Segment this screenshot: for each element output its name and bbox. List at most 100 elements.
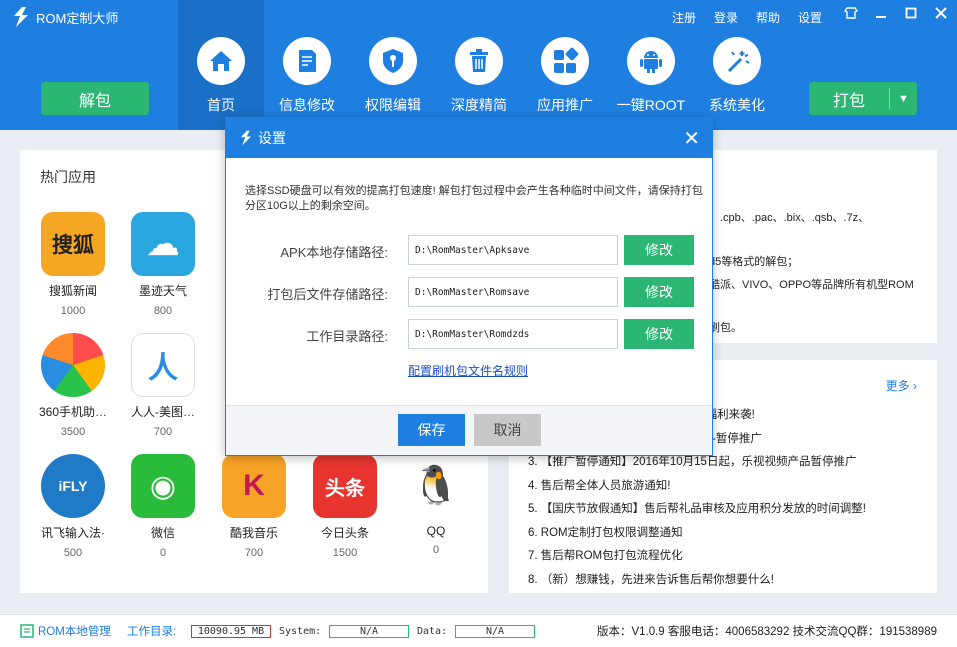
dialog-close-icon[interactable]: ✕ <box>683 126 700 151</box>
main-nav: 首页 信息修改 权限编辑 深度精简 应用推广 一键ROOT 系统美化 <box>178 0 780 130</box>
home-icon <box>197 37 245 85</box>
workdir-path-input[interactable] <box>408 319 618 349</box>
app-count: 700 <box>153 426 173 438</box>
app-count: 0 <box>432 544 440 556</box>
window-controls <box>843 5 949 21</box>
workdir-path-row: 工作目录路径: 修改 <box>226 319 714 349</box>
kuwo-music-icon: K <box>222 454 286 518</box>
pack-path-input[interactable] <box>408 277 618 307</box>
apk-path-row: APK本地存储路径: 修改 <box>226 235 714 265</box>
key-shield-icon <box>369 37 417 85</box>
app-name: 微信 <box>150 526 175 540</box>
app-title: ROM定制大师 <box>36 10 119 26</box>
maximize-icon[interactable] <box>903 5 919 21</box>
save-button[interactable]: 保存 <box>398 414 465 446</box>
list-item[interactable]: 6. ROM定制打包权限调整通知 <box>528 524 928 548</box>
nav-home-label: 首页 <box>207 97 235 113</box>
magic-wand-icon <box>713 37 761 85</box>
news-more-link[interactable]: 更多 › <box>886 377 917 394</box>
app-tile[interactable]: 360手机助… 3500 <box>28 333 118 438</box>
toutiao-icon: 头条 <box>313 454 377 518</box>
list-item[interactable]: 4. 售后帮全体人员旅游通知! <box>528 477 928 501</box>
nav-deep-clean[interactable]: 深度精简 <box>436 0 522 130</box>
nav-app-promo[interactable]: 应用推广 <box>522 0 608 130</box>
list-item[interactable]: 8. （新）想赚钱，先进来告诉售后帮你想要什么! <box>528 571 928 595</box>
apk-path-label: APK本地存储路径: <box>280 245 388 260</box>
nav-info-edit[interactable]: 信息修改 <box>264 0 350 130</box>
minimize-icon[interactable] <box>873 5 889 21</box>
logo-icon <box>240 130 252 146</box>
nav-root[interactable]: 一键ROOT <box>608 0 694 130</box>
app-count: 700 <box>244 547 264 559</box>
app-tile[interactable]: 🐧 QQ 0 <box>391 454 481 556</box>
filename-rules-link[interactable]: 配置刷机包文件名规则 <box>408 362 528 379</box>
settings-dialog: 设置 ✕ 选择SSD硬盘可以有效的提高打包速度! 解包打包过程中会产生各种临时中… <box>225 117 713 456</box>
support-line: 酷派、VIVO、OPPO等品牌所有机型ROM <box>709 279 914 291</box>
360-assistant-icon <box>41 333 105 397</box>
app-count: 1500 <box>332 547 358 559</box>
rom-manager-icon <box>20 624 34 638</box>
app-count: 500 <box>63 547 83 559</box>
unpack-button[interactable]: 解包 <box>41 82 149 115</box>
app-tile[interactable]: ◉ 微信 0 <box>118 454 208 559</box>
iflytek-input-icon: iFLY <box>41 454 105 518</box>
app-name: 墨迹天气 <box>138 284 187 298</box>
nav-beautify-label: 系统美化 <box>709 97 765 113</box>
workdir-path-label: 工作目录路径: <box>306 329 388 344</box>
skin-icon[interactable] <box>843 5 859 21</box>
system-value: N/A <box>329 624 409 638</box>
workdir-value: 10090.95 MB <box>191 624 271 638</box>
nav-home[interactable]: 首页 <box>178 0 264 130</box>
wechat-icon: ◉ <box>131 454 195 518</box>
app-tile[interactable]: K 酷我音乐 700 <box>209 454 299 559</box>
rom-manager-link[interactable]: ROM本地管理 <box>20 623 111 639</box>
app-count: 1000 <box>60 305 86 317</box>
workdir-label: 工作目录: <box>127 626 177 638</box>
app-tile[interactable]: ☁ 墨迹天气 800 <box>118 212 208 317</box>
list-item[interactable]: 3. 【推广暂停通知】2016年10月15日起，乐视视频产品暂停推广 <box>528 453 928 477</box>
app-name: 酷我音乐 <box>229 526 278 540</box>
app-tile[interactable]: iFLY 讯飞输入法· 500 <box>28 454 118 559</box>
pack-dropdown-icon[interactable]: ▼ <box>890 93 917 105</box>
apk-path-input[interactable] <box>408 235 618 265</box>
version-info: 版本：V1.0.9 客服电话：4006583292 技术交流QQ群：191538… <box>596 626 937 638</box>
cancel-button[interactable]: 取消 <box>474 414 541 446</box>
settings-link[interactable]: 设置 <box>798 9 822 26</box>
trash-icon <box>455 37 503 85</box>
app-header: ROM定制大师 注册 登录 帮助 设置 解包 打包 ▼ 首页 信息修改 权限编辑… <box>0 0 957 130</box>
app-name: 搜狐新闻 <box>48 284 97 298</box>
logo-icon <box>14 7 28 27</box>
pack-path-row: 打包后文件存储路径: 修改 <box>226 277 714 307</box>
app-tile[interactable]: 头条 今日头条 1500 <box>300 454 390 559</box>
renren-meitu-icon: 人 <box>131 333 195 397</box>
pack-path-modify-button[interactable]: 修改 <box>624 277 694 307</box>
nav-permissions-label: 权限编辑 <box>365 97 421 113</box>
data-value: N/A <box>455 624 535 638</box>
apk-path-modify-button[interactable]: 修改 <box>624 235 694 265</box>
news-more-label: 更多 <box>885 379 910 393</box>
moji-weather-icon: ☁ <box>131 212 195 276</box>
system-label: System: <box>279 625 322 637</box>
list-item[interactable]: 5. 【国庆节放假通知】售后帮礼品审核及应用积分发放的时间调整! <box>528 500 928 524</box>
dialog-description: 选择SSD硬盘可以有效的提高打包速度! 解包打包过程中会产生各种临时中间文件，请… <box>245 185 703 212</box>
app-tile[interactable]: 人 人人-美图… 700 <box>118 333 208 438</box>
nav-info-edit-label: 信息修改 <box>279 97 335 113</box>
data-label: Data: <box>417 625 448 637</box>
app-name: 360手机助… <box>38 405 108 419</box>
nav-deep-clean-label: 深度精简 <box>451 97 507 113</box>
apps-grid-icon <box>541 37 589 85</box>
rom-manager-label: ROM本地管理 <box>38 626 111 638</box>
close-icon[interactable] <box>933 5 949 21</box>
nav-beautify[interactable]: 系统美化 <box>694 0 780 130</box>
list-item[interactable]: 7. 售后帮ROM包打包流程优化 <box>528 547 928 571</box>
app-tile[interactable]: 搜狐 搜狐新闻 1000 <box>28 212 118 317</box>
nav-app-promo-label: 应用推广 <box>537 97 593 113</box>
dialog-title: 设置 <box>258 130 286 146</box>
support-line: d5等格式的解包； <box>709 256 799 268</box>
support-line: 、.cpb、.pac、.bix、.qsb、.7z、 <box>709 212 870 224</box>
pack-button[interactable]: 打包 ▼ <box>809 82 917 115</box>
nav-permissions[interactable]: 权限编辑 <box>350 0 436 130</box>
workdir-path-modify-button[interactable]: 修改 <box>624 319 694 349</box>
pack-button-label: 打包 <box>832 92 865 110</box>
app-name: 今日头条 <box>320 526 369 540</box>
